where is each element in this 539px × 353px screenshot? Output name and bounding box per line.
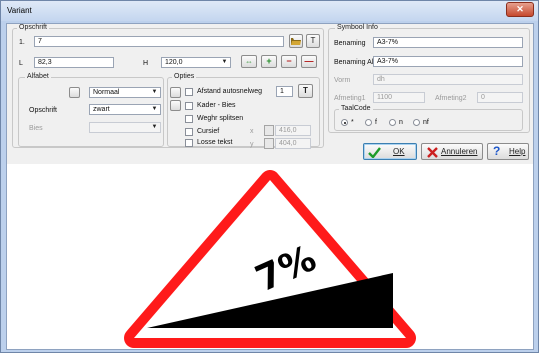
equalize-button[interactable]: ⇔ [241,55,257,68]
dialog-client: Opschrift 1. 7 T L 82,3 H 120,0 ▼ ⇔ + − … [6,23,534,350]
decrease-button[interactable]: − [281,55,297,68]
ok-button[interactable]: OK [363,143,417,160]
cursief-checkbox[interactable] [185,128,193,136]
symbool-info-legend: Symbool Info [335,24,380,32]
alfabet-group: Alfabet Normaal ▼ Opschrift zwart ▼ Bies… [18,73,164,147]
symbool-info-group: Symbool Info Benaming A3-7% Benaming Alt… [328,24,530,133]
h-select[interactable]: 120,0 ▼ [161,57,231,68]
help-button[interactable]: ? Help [487,143,529,160]
benaming-alt-input[interactable]: A3-7% [373,56,523,67]
afstand-text-button[interactable]: T [298,84,313,98]
open-folder-button[interactable] [289,34,303,48]
chevron-down-icon: ▼ [151,124,158,130]
opties-button-1[interactable] [170,87,181,98]
afstand-input[interactable]: 1 [276,86,293,97]
close-button[interactable]: ✕ [506,2,534,17]
annuleren-label: Annuleren [441,147,478,156]
taalcode-group: TaalCode * f n nf [334,105,523,131]
check-icon [368,147,381,158]
font-value: Normaal [93,89,120,96]
kader-bies-checkbox[interactable] [185,102,193,110]
taalcode-label-nf: nf [423,119,429,126]
cursief-label: Cursief [197,128,220,135]
sign-preview-canvas[interactable]: 7% [7,164,533,349]
l-input[interactable]: 82,3 [34,57,114,68]
opties-group: Opties Afstand autosnelweg 1 T Kader - B… [167,73,320,149]
taalcode-label-n: n [399,119,403,126]
benaming-label: Benaming [334,40,366,47]
afmeting1-input[interactable]: 1100 [373,92,425,103]
opschrift-text-input[interactable]: 7 [34,36,284,47]
taalcode-label-star: * [351,119,354,126]
afstand-label: Afstand autosnelweg [197,88,262,95]
x-input[interactable]: 416,0 [275,125,311,136]
taalcode-radio-n[interactable] [389,119,396,126]
afmeting2-input[interactable]: 0 [477,92,523,103]
weghr-label: Weghr splitsen [197,115,244,122]
taalcode-radio-f[interactable] [365,119,372,126]
ok-label: OK [393,147,405,156]
chevron-down-icon: ▼ [221,59,228,65]
opschrift-group: Opschrift 1. 7 T L 82,3 H 120,0 ▼ ⇔ + − … [12,24,324,149]
afstand-checkbox[interactable] [185,88,193,96]
increase-button[interactable]: + [261,55,277,68]
opties-legend: Opties [172,73,197,81]
alfabet-color-button[interactable] [69,87,80,98]
vorm-label: Vorm [334,77,351,84]
font-select[interactable]: Normaal ▼ [89,87,161,98]
x-label: x [250,128,254,135]
kader-bies-label: Kader - Bies [197,102,236,109]
opschrift-color-value: zwart [93,106,110,113]
h-value: 120,0 [165,59,183,66]
dialog-window: Variant ✕ Opschrift 1. 7 T L 82,3 H 120,… [0,0,539,353]
bies-select[interactable]: ▼ [89,122,161,133]
taalcode-legend: TaalCode [339,105,373,113]
bies-label: Bies [29,125,43,132]
row1-label: 1. [19,39,25,46]
cancel-x-icon [427,147,438,158]
losse-tekst-label: Losse tekst [197,139,233,146]
weghr-checkbox[interactable] [185,115,193,123]
losse-tekst-checkbox[interactable] [185,139,193,147]
benaming-alt-label: Benaming Alt [334,59,376,66]
x-spinner[interactable] [264,125,274,136]
help-label: Help [509,147,526,156]
y-spinner[interactable] [264,138,274,149]
h-label: H [143,60,149,67]
text-style-button[interactable]: T [306,34,320,48]
vorm-input[interactable]: dh [373,74,523,85]
opties-button-2[interactable] [170,100,181,111]
y-input[interactable]: 404,0 [275,138,311,149]
window-title: Variant [7,6,32,15]
chevron-down-icon: ▼ [151,106,158,112]
taalcode-radio-star[interactable] [341,119,348,126]
reset-button[interactable]: — [301,55,317,68]
chevron-down-icon: ▼ [151,89,158,95]
taalcode-label-f: f [375,119,377,126]
annuleren-button[interactable]: Annuleren [421,143,483,160]
y-label: y [250,141,254,148]
opschrift-legend: Opschrift [17,24,50,32]
afmeting2-label: Afmeting2 [435,95,467,102]
alfabet-legend: Alfabet [25,73,51,81]
taalcode-radio-nf[interactable] [413,119,420,126]
warning-sign-7-percent: 7% [124,170,416,348]
title-bar[interactable]: Variant ✕ [1,1,538,21]
afmeting1-label: Afmeting1 [334,95,366,102]
benaming-input[interactable]: A3-7% [373,37,523,48]
l-label: L [19,60,23,67]
opschrift-color-label: Opschrift [29,107,58,114]
help-question-icon: ? [493,144,501,158]
folder-icon [291,38,301,45]
opschrift-color-select[interactable]: zwart ▼ [89,104,161,115]
